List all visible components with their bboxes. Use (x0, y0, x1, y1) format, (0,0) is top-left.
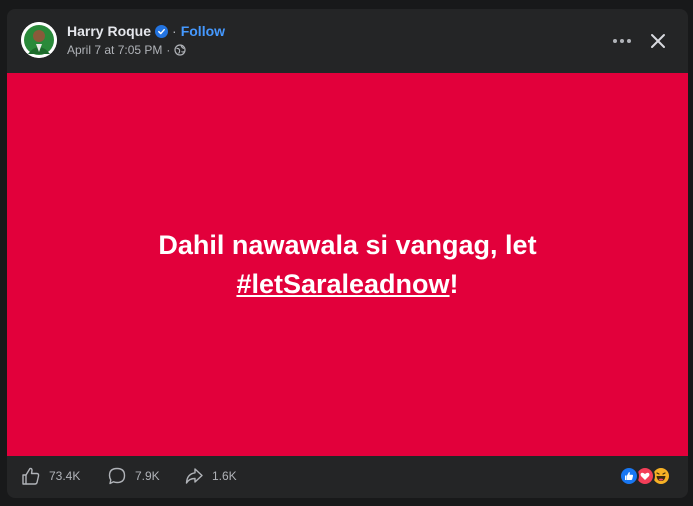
comment-bubble-icon (108, 467, 126, 485)
post-media[interactable]: Dahil nawawala si vangag, let #letSarale… (7, 73, 688, 456)
author-row: Harry Roque · Follow (67, 22, 225, 40)
post-text: Dahil nawawala si vangag, let #letSarale… (118, 226, 578, 304)
post-card: Harry Roque · Follow April 7 at 7:05 PM … (7, 9, 688, 498)
share-button[interactable]: 1.6K (184, 464, 237, 488)
reactions-summary[interactable] (619, 465, 671, 487)
more-options-button[interactable] (608, 27, 636, 55)
follow-button[interactable]: Follow (181, 22, 225, 40)
like-button[interactable]: 73.4K (21, 464, 80, 488)
comment-count: 7.9K (135, 469, 160, 483)
share-arrow-icon (185, 468, 203, 484)
close-button[interactable] (644, 27, 672, 55)
post-text-main: Dahil nawawala si vangag, let (158, 229, 537, 260)
author-avatar[interactable] (21, 22, 57, 58)
globe-icon (174, 44, 186, 56)
comment-button[interactable]: 7.9K (107, 464, 160, 488)
close-icon (651, 34, 665, 48)
author-name[interactable]: Harry Roque (67, 22, 151, 40)
avatar-portrait-icon (21, 22, 57, 58)
like-count: 73.4K (49, 469, 81, 483)
share-count: 1.6K (212, 469, 237, 483)
verified-badge-icon (155, 24, 169, 38)
post-timestamp[interactable]: April 7 at 7:05 PM (67, 43, 162, 57)
meta-separator: · (166, 43, 171, 57)
thumbs-up-icon (22, 467, 40, 485)
post-header: Harry Roque · Follow April 7 at 7:05 PM … (7, 9, 688, 73)
post-footer: 73.4K 7.9K 1.6K (7, 456, 688, 498)
separator-dot: · (172, 23, 177, 39)
like-icon (619, 466, 639, 486)
hashtag-link[interactable]: #letSaraleadnow (236, 269, 449, 299)
post-text-end: ! (449, 268, 459, 299)
post-meta: April 7 at 7:05 PM · (67, 43, 186, 57)
more-dots-icon (613, 39, 631, 43)
